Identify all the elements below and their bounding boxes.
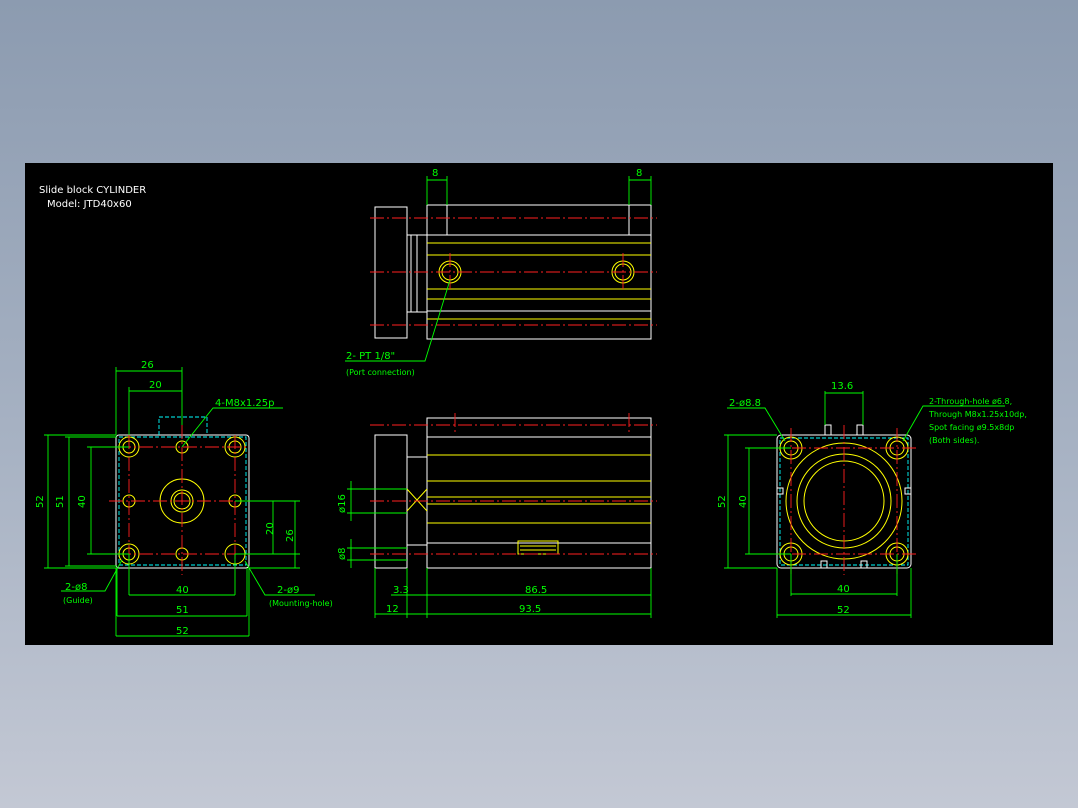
callout-guide-sub: (Guide) bbox=[63, 596, 93, 605]
dim-52-left: 52 bbox=[717, 495, 728, 508]
dim-52-left: 52 bbox=[35, 495, 46, 508]
dim-52-bottom: 52 bbox=[837, 605, 850, 616]
dim-20-right: 20 bbox=[265, 522, 276, 535]
dim-93-5: 93.5 bbox=[519, 604, 541, 615]
callout-mount: 2-ø9 bbox=[277, 585, 299, 596]
dim-phi16: ø16 bbox=[337, 494, 348, 513]
right-view-notch bbox=[820, 560, 828, 568]
dim-20-top: 20 bbox=[149, 380, 162, 391]
right-view-notch bbox=[824, 424, 832, 435]
callout-port-sub: (Port connection) bbox=[346, 368, 415, 377]
right-view-notch bbox=[856, 424, 864, 435]
left-view: 26 20 4-M8x1.25p 52 51 40 20 26 40 51 52… bbox=[35, 360, 333, 637]
top-view: 8 8 2- PT 1/8" (Port connection) bbox=[345, 168, 657, 377]
dim-8-left: 8 bbox=[432, 168, 438, 179]
drawing-title: Slide block CYLINDER bbox=[39, 185, 146, 196]
callout-thread: 4-M8x1.25p bbox=[215, 398, 275, 409]
dim-12: 12 bbox=[386, 604, 399, 615]
dim-51-left: 51 bbox=[55, 495, 66, 508]
callout-port: 2- PT 1/8" bbox=[346, 351, 395, 362]
dim-52-bottom: 52 bbox=[176, 626, 189, 637]
dim-phi8: ø8 bbox=[337, 548, 348, 560]
dim-8-right: 8 bbox=[636, 168, 642, 179]
callout-through-3: Spot facing ø9.5x8dp bbox=[929, 423, 1014, 432]
drawing-canvas: Slide block CYLINDER Model: JTD40x60 8 8… bbox=[35, 168, 1027, 637]
callout-guide: 2-ø8 bbox=[65, 582, 87, 593]
dim-40-left: 40 bbox=[738, 495, 749, 508]
cad-viewport[interactable]: Slide block CYLINDER Model: JTD40x60 8 8… bbox=[25, 163, 1053, 645]
top-view-endcap bbox=[374, 206, 408, 339]
callout-through-4: (Both sides). bbox=[929, 436, 979, 445]
callout-through-1: 2-Through-hole ø6.8, bbox=[929, 397, 1012, 406]
front-view: ø16 ø8 3.3 86.5 12 93.5 bbox=[337, 413, 657, 618]
dim-13-6: 13.6 bbox=[831, 381, 853, 392]
dim-51-bottom: 51 bbox=[176, 605, 189, 616]
leader-line bbox=[727, 407, 786, 442]
right-view: 13.6 2-ø8.8 2-Through-hole ø6.8, Through… bbox=[717, 381, 1027, 618]
dim-3-3: 3.3 bbox=[393, 585, 409, 596]
callout-phi8-8: 2-ø8.8 bbox=[729, 398, 761, 409]
leader-line bbox=[345, 279, 451, 362]
dim-26-right: 26 bbox=[285, 529, 296, 542]
dim-40-bottom: 40 bbox=[837, 584, 850, 595]
dim-40-bottom: 40 bbox=[176, 585, 189, 596]
callout-through-2: Through M8x1.25x10dp, bbox=[928, 410, 1027, 419]
callout-mount-sub: (Mounting-hole) bbox=[269, 599, 333, 608]
drawing-model: Model: JTD40x60 bbox=[47, 199, 132, 210]
right-view-notch bbox=[860, 560, 868, 568]
dim-26: 26 bbox=[141, 360, 154, 371]
dim-86-5: 86.5 bbox=[525, 585, 547, 596]
dim-40-left: 40 bbox=[77, 495, 88, 508]
hidden-slot bbox=[158, 416, 208, 435]
